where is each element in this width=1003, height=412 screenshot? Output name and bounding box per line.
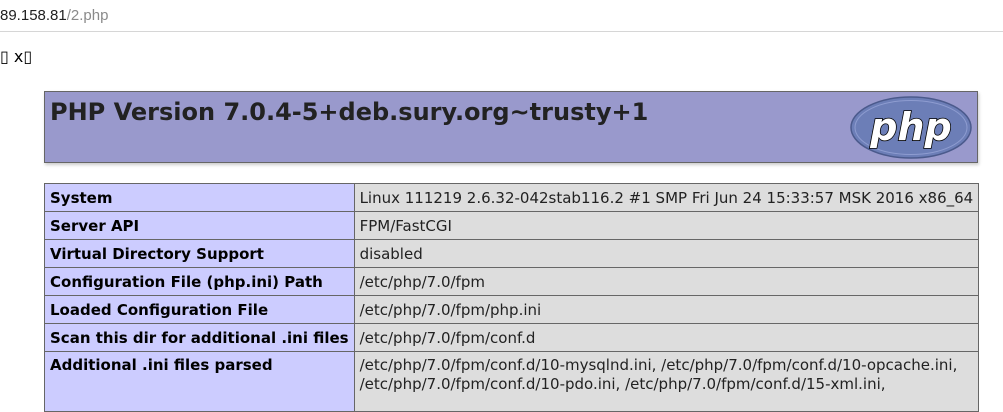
info-value: /etc/php/7.0/fpm/conf.d <box>353 323 980 352</box>
url-text[interactable]: 89.158.81/2.php <box>0 6 108 26</box>
info-value: /etc/php/7.0/fpm/php.ini <box>353 295 980 324</box>
table-row: Scan this dir for additional .ini files … <box>44 323 980 352</box>
info-key: Virtual Directory Support <box>44 239 355 268</box>
table-row: Loaded Configuration File /etc/php/7.0/f… <box>44 295 980 324</box>
info-value: disabled <box>353 239 980 268</box>
table-row: Virtual Directory Support disabled <box>44 239 980 268</box>
info-key: Scan this dir for additional .ini files <box>44 323 355 352</box>
page-title: PHP Version 7.0.4-5+deb.sury.org~trusty+… <box>50 98 649 126</box>
table-row: Configuration File (php.ini) Path /etc/p… <box>44 267 980 296</box>
info-key: Loaded Configuration File <box>44 295 355 324</box>
info-value: FPM/FastCGI <box>353 211 980 240</box>
phpinfo-table: System Linux 111219 2.6.32-042stab116.2 … <box>44 183 980 412</box>
info-value-line: /etc/php/7.0/fpm/conf.d/10-mysqlnd.ini, … <box>359 356 958 374</box>
table-row: Server API FPM/FastCGI <box>44 211 980 240</box>
info-value: /etc/php/7.0/fpm/conf.d/10-mysqlnd.ini, … <box>353 351 980 412</box>
php-logo-text: php <box>869 105 951 149</box>
info-key: Server API <box>44 211 355 240</box>
php-logo: php <box>850 96 972 159</box>
url-host: 89.158.81 <box>0 7 67 24</box>
address-bar[interactable]: 89.158.81/2.php <box>0 0 1003 32</box>
phpinfo-banner: PHP Version 7.0.4-5+deb.sury.org~trusty+… <box>44 91 978 163</box>
info-value: Linux 111219 2.6.32-042stab116.2 #1 SMP … <box>353 183 980 212</box>
stray-output-text: ▯ x▯ <box>0 47 33 66</box>
info-value-line: /etc/php/7.0/fpm/conf.d/10-pdo.ini, /etc… <box>359 375 886 393</box>
info-key: Configuration File (php.ini) Path <box>44 267 355 296</box>
info-value: /etc/php/7.0/fpm <box>353 267 980 296</box>
info-key: Additional .ini files parsed <box>44 351 355 412</box>
table-row: System Linux 111219 2.6.32-042stab116.2 … <box>44 183 980 212</box>
info-key: System <box>44 183 355 212</box>
table-row: Additional .ini files parsed /etc/php/7.… <box>44 351 980 412</box>
url-path: /2.php <box>66 7 109 24</box>
